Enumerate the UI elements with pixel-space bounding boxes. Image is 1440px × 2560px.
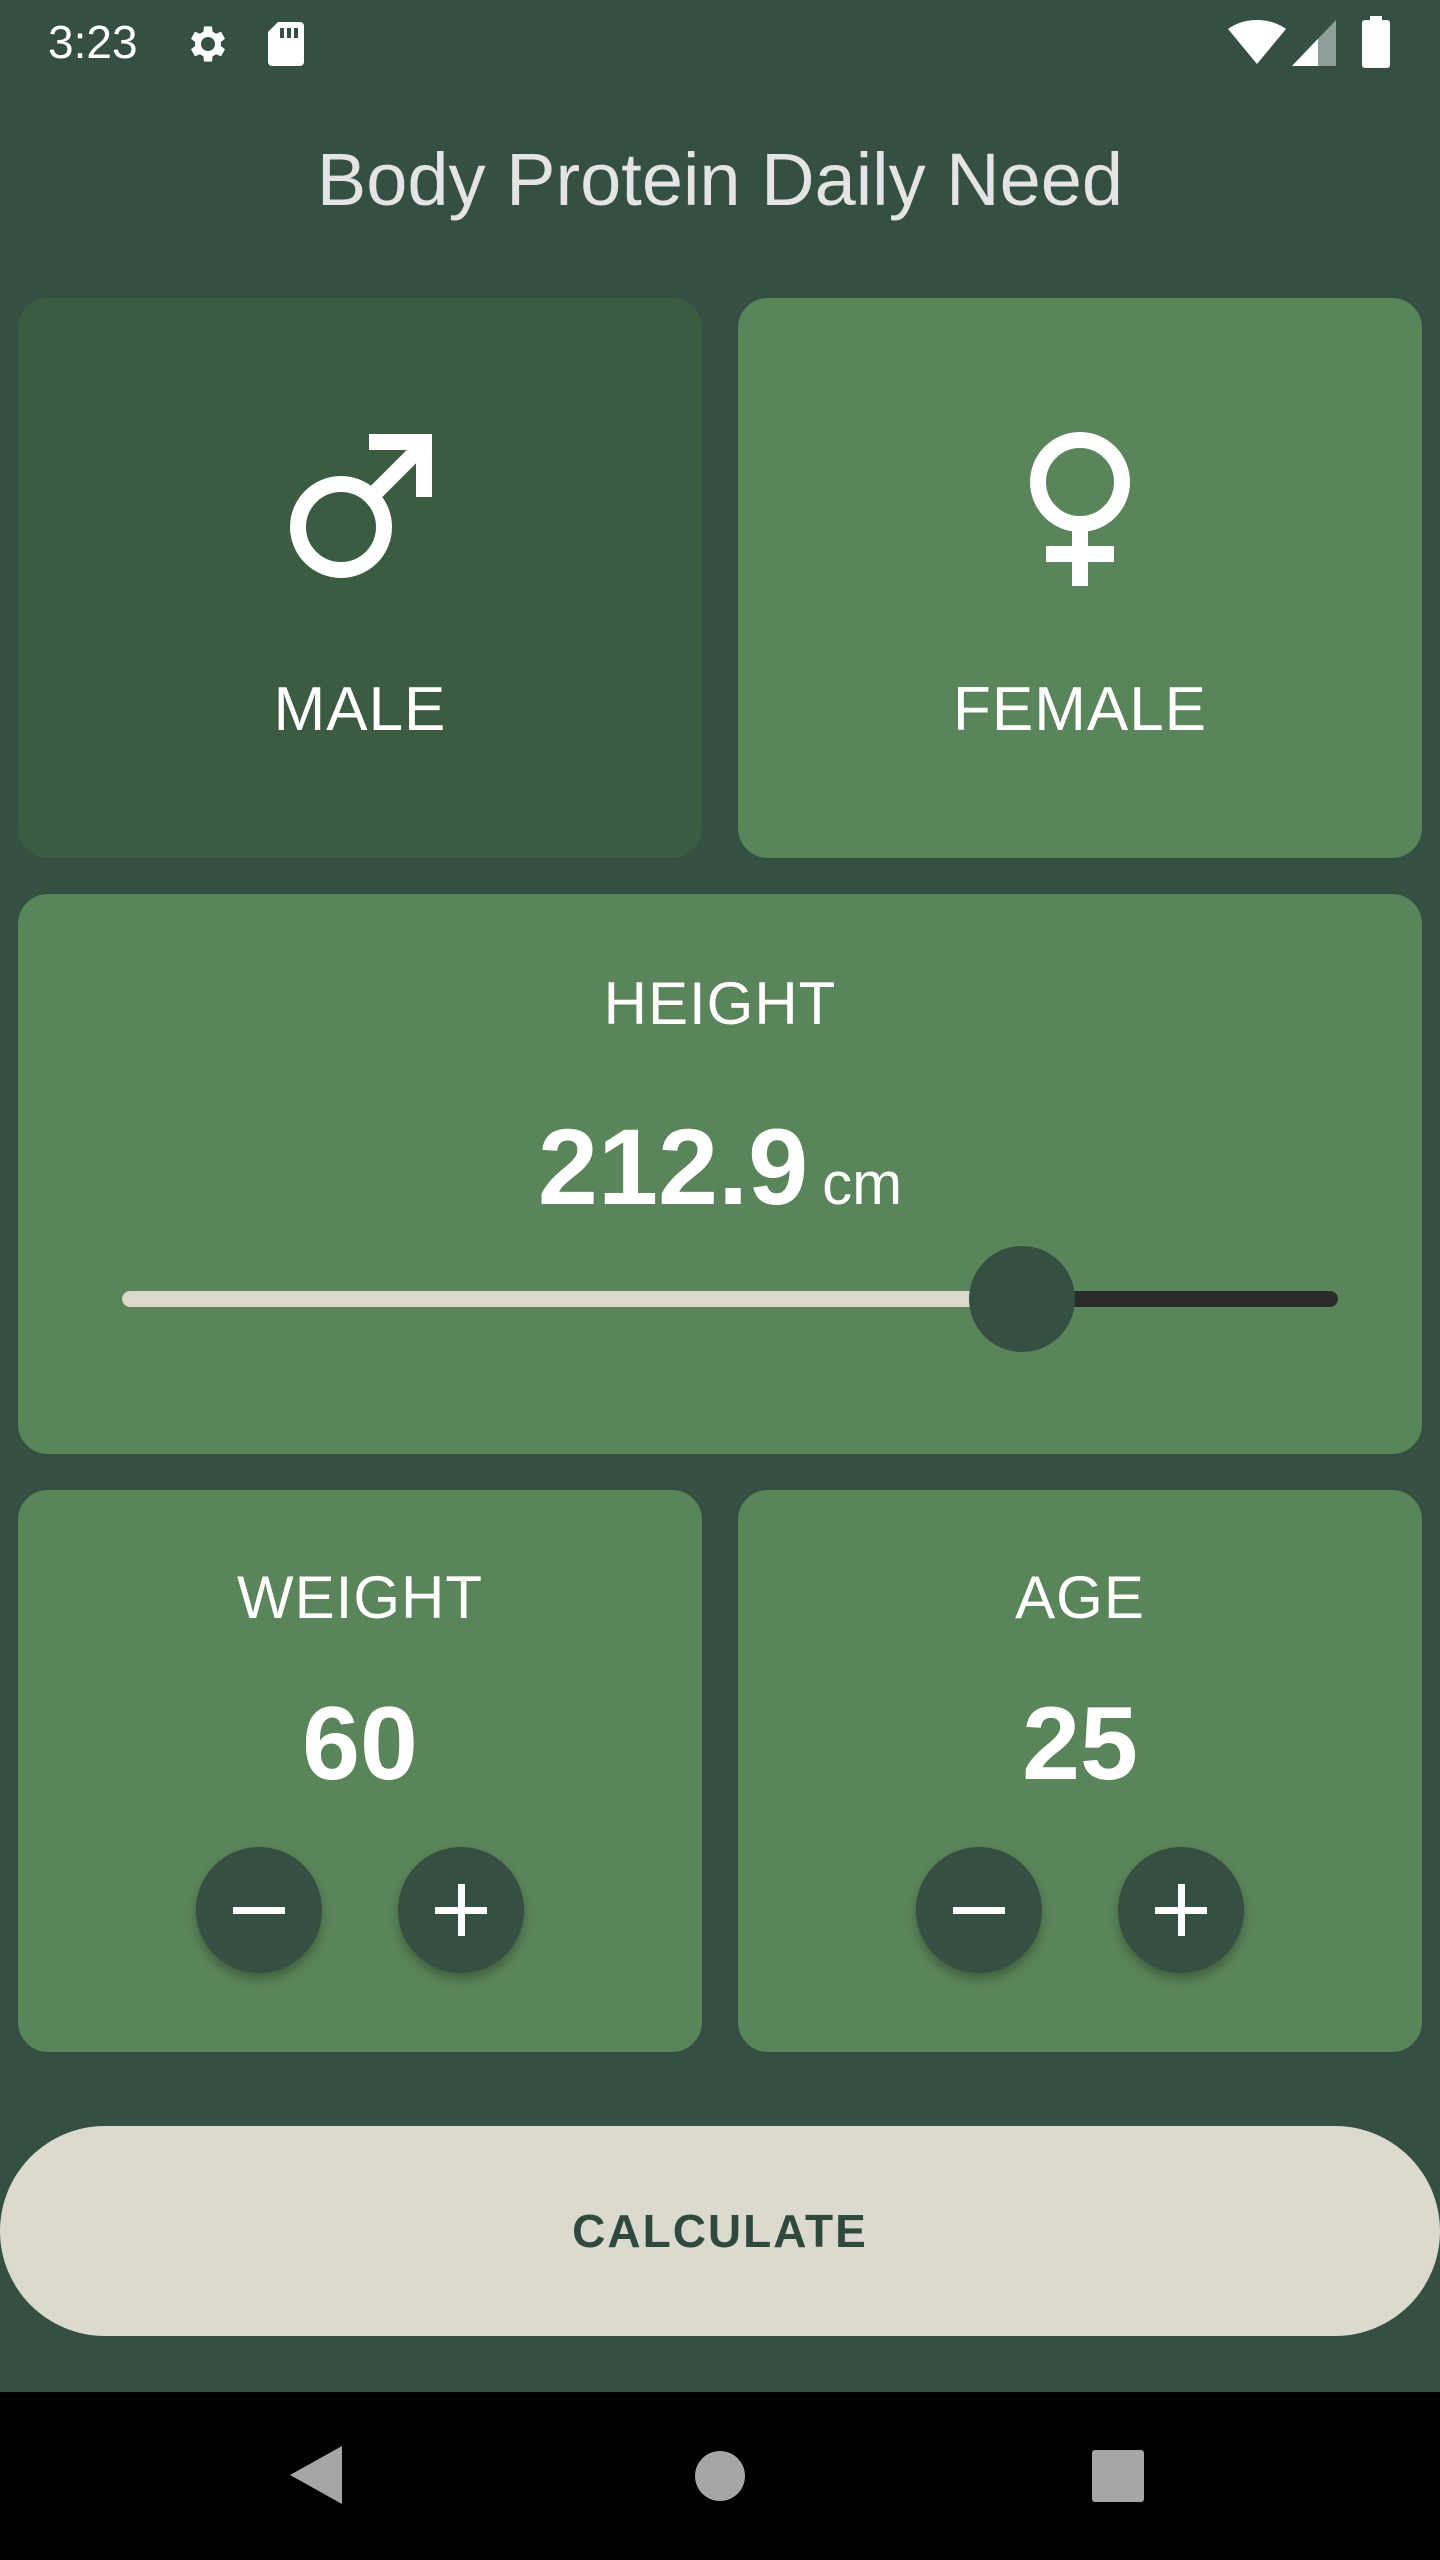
sd-card-icon [268,22,304,66]
back-icon[interactable] [288,2444,344,2506]
age-value: 25 [1022,1686,1138,1802]
age-decrement-button[interactable] [916,1847,1042,1973]
minus-icon [233,1907,285,1914]
weight-increment-button[interactable] [398,1847,524,1973]
age-label: AGE [1015,1564,1145,1631]
weight-card: WEIGHT 60 [18,1490,702,2052]
minus-icon [953,1907,1005,1914]
age-card: AGE 25 [738,1490,1422,2052]
home-icon[interactable] [694,2450,746,2502]
recents-icon[interactable] [1092,2450,1144,2502]
female-symbol-icon [1030,432,1130,586]
plus-icon [1155,1884,1207,1936]
slider-thumb[interactable] [968,1246,1075,1352]
height-label: HEIGHT [603,970,837,1037]
male-symbol-icon [290,434,432,578]
weight-decrement-button[interactable] [196,1847,322,1973]
status-bar: 3:23 [0,0,1440,84]
calculate-button[interactable]: CALCULATE [0,2126,1440,2336]
battery-icon [1362,16,1390,68]
height-slider[interactable] [122,1244,1338,1354]
gear-icon [191,26,225,62]
male-card[interactable]: MALE [18,298,702,858]
navigation-bar [0,2392,1440,2560]
status-time: 3:23 [48,16,138,68]
male-label: MALE [273,675,447,744]
signal-icon [1292,20,1336,66]
weight-label: WEIGHT [237,1564,483,1631]
height-value-display: 212.9 cm [18,1102,1422,1249]
age-increment-button[interactable] [1118,1847,1244,1973]
female-label: FEMALE [952,675,1208,744]
female-card[interactable]: FEMALE [738,298,1422,858]
slider-track-active [122,1291,1022,1307]
height-unit: cm [822,1150,903,1217]
plus-icon [435,1884,487,1936]
weight-value: 60 [302,1686,418,1802]
app-title: Body Protein Daily Need [316,138,1124,221]
wifi-icon [1228,20,1286,64]
height-value: 212.9 [537,1106,809,1227]
calculate-label: CALCULATE [572,2205,868,2257]
height-card: HEIGHT 212.9 cm [18,894,1422,1454]
